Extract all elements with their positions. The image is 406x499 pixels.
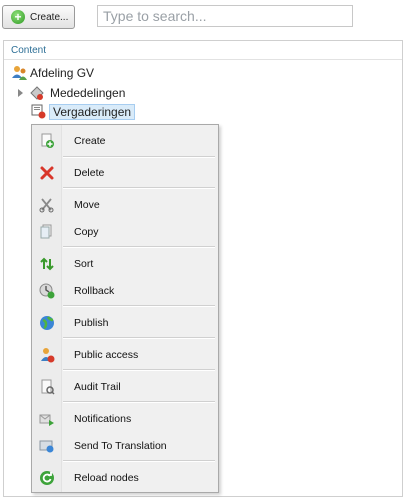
- menu-item-publish[interactable]: Publish: [32, 311, 218, 335]
- menu-item-label: Send To Translation: [74, 440, 167, 452]
- sort-icon: [39, 256, 55, 272]
- menu-separator: [63, 156, 215, 158]
- menu-item-notifications[interactable]: Notifications: [32, 407, 218, 431]
- reload-nodes-icon: [39, 470, 55, 486]
- menu-separator: [63, 337, 215, 339]
- menu-separator: [63, 401, 215, 403]
- menu-item-create[interactable]: Create: [32, 129, 218, 153]
- menu-separator: [63, 369, 215, 371]
- copy-icon: [39, 224, 55, 240]
- delete-icon: [39, 165, 55, 181]
- create-button-label: Create...: [30, 11, 69, 23]
- menu-item-label: Audit Trail: [74, 381, 121, 393]
- plus-icon: +: [11, 10, 25, 24]
- menu-item-sort[interactable]: Sort: [32, 252, 218, 276]
- audit-trail-icon: [39, 379, 55, 395]
- menu-item-copy[interactable]: Copy: [32, 220, 218, 244]
- tree-node-mededelingen[interactable]: Mededelingen: [18, 85, 125, 101]
- menu-separator: [63, 305, 215, 307]
- expand-arrow-icon[interactable]: [18, 89, 23, 97]
- menu-separator: [63, 187, 215, 189]
- create-icon: [39, 133, 55, 149]
- publish-icon: [39, 315, 55, 331]
- menu-item-label: Move: [74, 199, 100, 211]
- users-folder-icon: [12, 65, 28, 81]
- tree-node-label: Afdeling GV: [30, 66, 95, 80]
- tree-node-vergaderingen[interactable]: Vergaderingen: [31, 104, 136, 120]
- send-to-translation-icon: [39, 438, 55, 454]
- folder-icon: [29, 85, 45, 101]
- create-button[interactable]: + Create...: [2, 5, 75, 29]
- menu-item-send-to-translation[interactable]: Send To Translation: [32, 434, 218, 458]
- menu-item-label: Public access: [74, 349, 139, 361]
- menu-item-label: Delete: [74, 167, 105, 179]
- search-input[interactable]: [97, 5, 353, 27]
- move-icon: [39, 197, 55, 213]
- menu-item-move[interactable]: Move: [32, 193, 218, 217]
- menu-item-label: Copy: [74, 226, 99, 238]
- menu-item-label: Sort: [74, 258, 94, 270]
- menu-item-label: Reload nodes: [74, 472, 139, 484]
- document-icon: [31, 104, 47, 120]
- rollback-icon: [39, 283, 55, 299]
- menu-item-label: Notifications: [74, 413, 132, 425]
- menu-item-reload-nodes[interactable]: Reload nodes: [32, 466, 218, 490]
- menu-item-label: Publish: [74, 317, 109, 329]
- panel-header: Content: [4, 41, 402, 60]
- menu-item-delete[interactable]: Delete: [32, 161, 218, 185]
- menu-separator: [63, 246, 215, 248]
- menu-item-rollback[interactable]: Rollback: [32, 279, 218, 303]
- public-access-icon: [39, 347, 55, 363]
- tree-node-label: Mededelingen: [50, 86, 126, 100]
- menu-separator: [63, 460, 215, 462]
- menu-item-public-access[interactable]: Public access: [32, 343, 218, 367]
- notifications-icon: [39, 411, 55, 427]
- menu-item-audit-trail[interactable]: Audit Trail: [32, 375, 218, 399]
- tree-node-label-selected: Vergaderingen: [49, 104, 136, 120]
- context-menu: Create Delete Move Copy Sort Rollback Pu…: [31, 124, 219, 493]
- tree-node-root[interactable]: Afdeling GV: [12, 65, 94, 81]
- menu-item-label: Create: [74, 135, 106, 147]
- menu-item-label: Rollback: [74, 285, 115, 297]
